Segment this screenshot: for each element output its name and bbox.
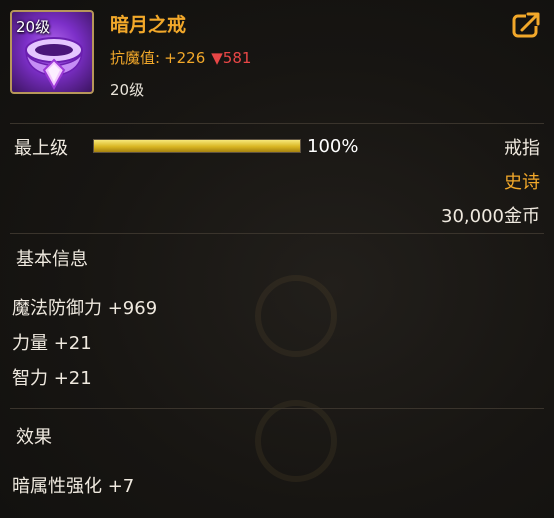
upgrade-progress-bar — [93, 139, 301, 153]
resist-compare: ▼581 — [211, 49, 252, 67]
item-price: 30,000金币 — [441, 206, 540, 227]
resist-value: +226 — [164, 49, 206, 67]
attribute-line: 力量 +21 — [12, 333, 92, 354]
background-ornament — [255, 400, 337, 482]
effects-title: 效果 — [16, 427, 52, 448]
item-rarity: 史诗 — [504, 172, 540, 193]
attribute-line: 魔法防御力 +969 — [12, 298, 158, 319]
resist-label: 抗魔值: — [110, 49, 161, 67]
ring-icon — [25, 37, 83, 91]
upgrade-percent: 100% — [307, 136, 359, 157]
background-ornament — [255, 275, 337, 357]
item-tooltip-panel: 20级 暗月之戒 抗魔值: +226 ▼581 20级 最上级 100% 戒指 史诗… — [0, 0, 554, 518]
upgrade-label: 最上级 — [14, 138, 68, 159]
share-button[interactable] — [512, 10, 542, 40]
item-type: 戒指 — [504, 138, 540, 159]
basic-info-title: 基本信息 — [16, 249, 88, 270]
share-icon — [512, 12, 540, 38]
divider — [10, 123, 544, 124]
divider — [10, 233, 544, 234]
item-level-badge: 20级 — [16, 18, 51, 36]
effect-line: 暗属性强化 +7 — [12, 476, 135, 497]
resist-stat: 抗魔值: +226 ▼581 — [110, 47, 251, 68]
divider — [10, 408, 544, 409]
upgrade-progress-fill — [94, 140, 300, 152]
item-name: 暗月之戒 — [110, 14, 187, 36]
item-level: 20级 — [110, 81, 145, 99]
item-icon-frame: 20级 — [10, 10, 94, 94]
attribute-line: 智力 +21 — [12, 368, 92, 389]
